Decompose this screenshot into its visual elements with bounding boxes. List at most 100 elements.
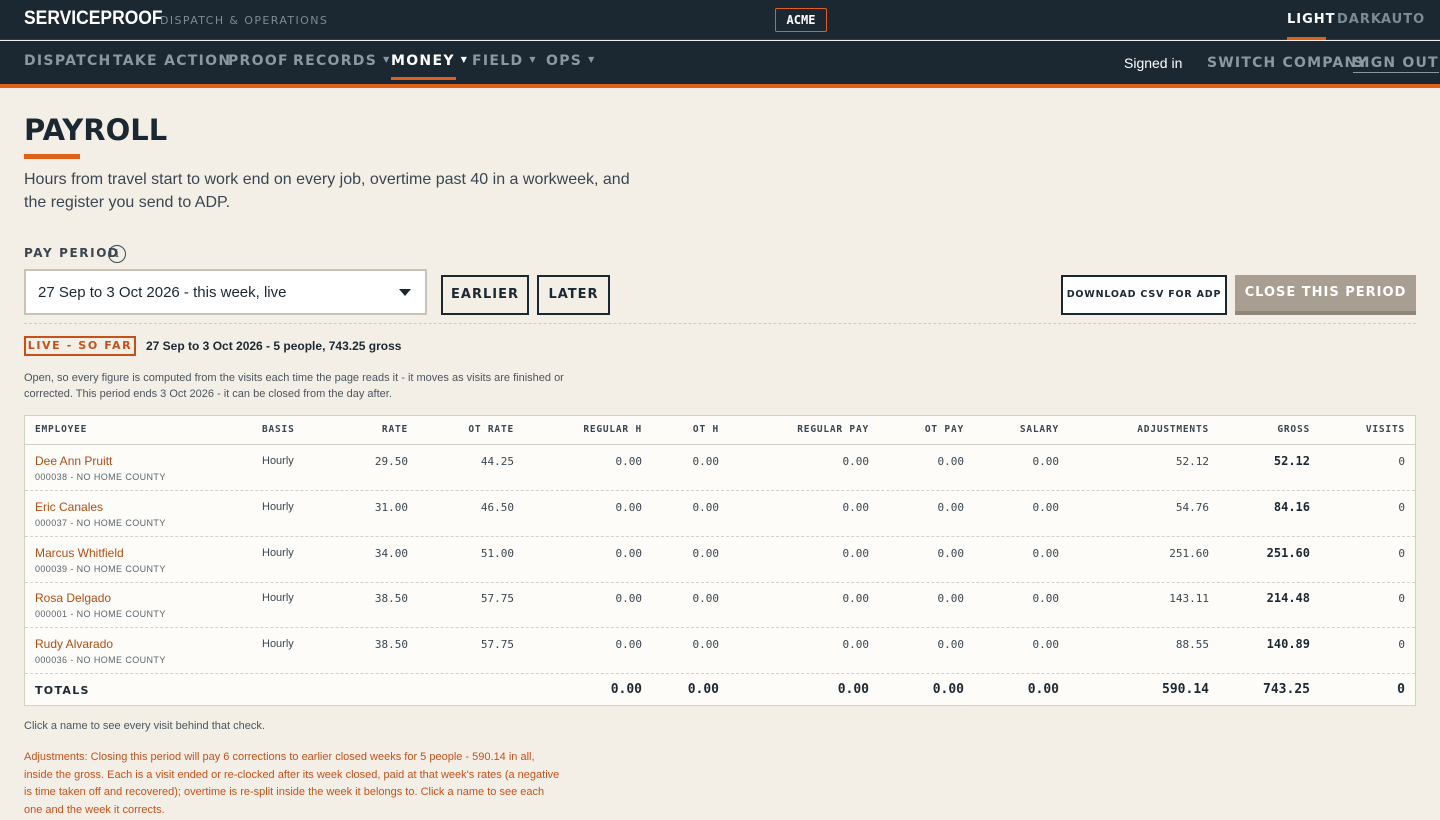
col-regular-pay[interactable]: REGULAR PAY <box>797 424 869 435</box>
nav-records[interactable]: RECORDS ▼ <box>293 53 391 69</box>
info-icon[interactable]: i <box>108 245 126 263</box>
ot-pay-cell: 0.00 <box>937 592 965 606</box>
totals-label: TOTALS <box>35 684 90 697</box>
chevron-down-icon: ▼ <box>383 55 391 64</box>
theme-dark-toggle[interactable]: DARK <box>1337 12 1382 27</box>
adjustments-cell: 52.12 <box>1175 455 1209 468</box>
totals-row: TOTALS 0.00 0.00 0.00 0.00 0.00 590.14 7… <box>25 674 1415 706</box>
ot-h-cell: 0.00 <box>692 638 720 652</box>
ot-rate-cell: 46.50 <box>480 500 514 514</box>
regular-pay-cell: 0.00 <box>842 455 870 468</box>
col-adjustments[interactable]: ADJUSTMENTS <box>1137 424 1209 435</box>
col-regular-h[interactable]: REGULAR H <box>583 424 642 435</box>
regular-h-cell: 0.00 <box>615 455 643 468</box>
switch-company-link[interactable]: SWITCH COMPANY <box>1207 55 1369 71</box>
chevron-down-icon: ▼ <box>529 55 537 64</box>
basis-cell: Hourly <box>262 500 294 513</box>
regular-pay-cell: 0.00 <box>842 638 870 652</box>
sign-out-link[interactable]: SIGN OUT <box>1353 55 1439 73</box>
visits-cell: 0 <box>1398 546 1405 560</box>
chevron-down-icon: ▼ <box>588 55 596 64</box>
gross-cell: 251.60 <box>1266 545 1310 560</box>
regular-h-cell: 0.00 <box>615 500 643 514</box>
period-summary: 27 Sep to 3 Oct 2026 - 5 people, 743.25 … <box>146 339 402 353</box>
employee-name-link[interactable]: Rosa Delgado <box>35 591 111 605</box>
ot-rate-cell: 57.75 <box>480 638 514 652</box>
rate-cell: 31.00 <box>374 500 408 514</box>
theme-light-toggle[interactable]: LIGHT <box>1287 12 1336 27</box>
table-row: Eric Canales 000037 - NO HOME COUNTY Hourl… <box>25 491 1415 537</box>
col-ot-pay[interactable]: OT PAY <box>925 424 964 435</box>
salary-cell: 0.00 <box>1032 592 1060 606</box>
gross-cell: 214.48 <box>1266 591 1310 606</box>
nav-take-action[interactable]: TAKE ACTION <box>113 53 231 69</box>
total-regular-pay: 0.00 <box>837 682 869 697</box>
pay-period-label: PAY PERIOD <box>24 246 120 260</box>
visits-cell: 0 <box>1398 455 1405 468</box>
total-ot-pay: 0.00 <box>932 682 964 697</box>
regular-pay-cell: 0.00 <box>842 500 870 514</box>
rate-cell: 34.00 <box>374 546 408 560</box>
employee-name-link[interactable]: Marcus Whitfield <box>35 546 124 560</box>
col-salary[interactable]: SALARY <box>1020 424 1059 435</box>
table-row: Rudy Alvarado 000036 - NO HOME COUNTY Hour… <box>25 628 1415 675</box>
total-adjustments: 590.14 <box>1162 682 1209 697</box>
salary-cell: 0.00 <box>1032 638 1060 652</box>
table-row: Rosa Delgado 000001 - NO HOME COUNTY Hourl… <box>25 582 1415 629</box>
col-visits[interactable]: VISITS <box>1366 424 1405 435</box>
nav-ops[interactable]: OPS ▼ <box>546 53 596 69</box>
gross-cell: 140.89 <box>1266 637 1310 652</box>
total-salary: 0.00 <box>1027 682 1059 697</box>
employee-id: 000036 - NO HOME COUNTY <box>35 655 166 666</box>
brand-subtitle: DISPATCH & OPERATIONS <box>160 14 329 27</box>
later-button[interactable]: LATER <box>537 275 610 315</box>
pay-period-select[interactable]: 27 Sep to 3 Oct 2026 - this week, live <box>24 269 427 315</box>
employee-name-link[interactable]: Dee Ann Pruitt <box>35 454 112 468</box>
close-period-button[interactable]: CLOSE THIS PERIOD <box>1235 275 1416 315</box>
regular-h-cell: 0.00 <box>615 592 643 606</box>
col-basis[interactable]: BASIS <box>262 424 295 435</box>
ot-h-cell: 0.00 <box>692 546 720 560</box>
regular-h-cell: 0.00 <box>615 546 643 560</box>
nav-accent-stripe <box>0 84 1440 88</box>
adjustments-note: Adjustments: Closing this period will pa… <box>24 751 560 816</box>
theme-auto-toggle[interactable]: AUTO <box>1381 12 1425 27</box>
total-ot-h: 0.00 <box>687 682 719 697</box>
signed-in-status: Signed in <box>1124 55 1183 71</box>
salary-cell: 0.00 <box>1032 500 1060 514</box>
regular-pay-cell: 0.00 <box>842 592 870 606</box>
pay-period-value: 27 Sep to 3 Oct 2026 - this week, live <box>38 284 287 301</box>
ot-h-cell: 0.00 <box>692 500 720 514</box>
brand-logo[interactable]: SERVICEPROOF <box>24 8 163 30</box>
col-ot-h[interactable]: OT H <box>693 424 719 435</box>
visits-cell: 0 <box>1398 500 1405 514</box>
company-badge[interactable]: ACME <box>775 8 827 32</box>
col-rate[interactable]: RATE <box>382 424 408 435</box>
col-ot-rate[interactable]: OT RATE <box>468 424 514 435</box>
col-gross[interactable]: GROSS <box>1277 424 1310 435</box>
chevron-down-icon <box>399 289 411 296</box>
employee-id: 000038 - NO HOME COUNTY <box>35 472 166 482</box>
earlier-button[interactable]: EARLIER <box>441 275 529 315</box>
status-badge: LIVE - SO FAR <box>24 336 136 356</box>
nav-money[interactable]: MONEY ▼ <box>391 53 468 69</box>
employee-name-link[interactable]: Rudy Alvarado <box>35 637 113 651</box>
nav-proof[interactable]: PROOF <box>228 53 289 69</box>
nav-active-indicator <box>391 77 456 80</box>
ot-rate-cell: 57.75 <box>480 592 514 606</box>
employee-name-link[interactable]: Eric Canales <box>35 500 103 514</box>
table-row: Dee Ann Pruitt 000038 - NO HOME COUNTY Hou… <box>25 445 1415 491</box>
click-hint: Click a name to see every visit behind t… <box>24 720 265 732</box>
download-csv-button[interactable]: DOWNLOAD CSV FOR ADP <box>1061 275 1227 315</box>
ot-rate-cell: 44.25 <box>480 455 514 468</box>
nav-dispatch[interactable]: DISPATCH <box>24 53 112 69</box>
title-accent <box>24 154 80 159</box>
col-employee[interactable]: EMPLOYEE <box>35 424 87 435</box>
ot-pay-cell: 0.00 <box>937 546 965 560</box>
page-description: Hours from travel start to work end on e… <box>24 171 630 211</box>
adjustments-cell: 88.55 <box>1175 638 1209 652</box>
rate-cell: 38.50 <box>374 592 408 606</box>
ot-rate-cell: 51.00 <box>480 546 514 560</box>
nav-field[interactable]: FIELD ▼ <box>472 53 537 69</box>
ot-pay-cell: 0.00 <box>937 455 965 468</box>
